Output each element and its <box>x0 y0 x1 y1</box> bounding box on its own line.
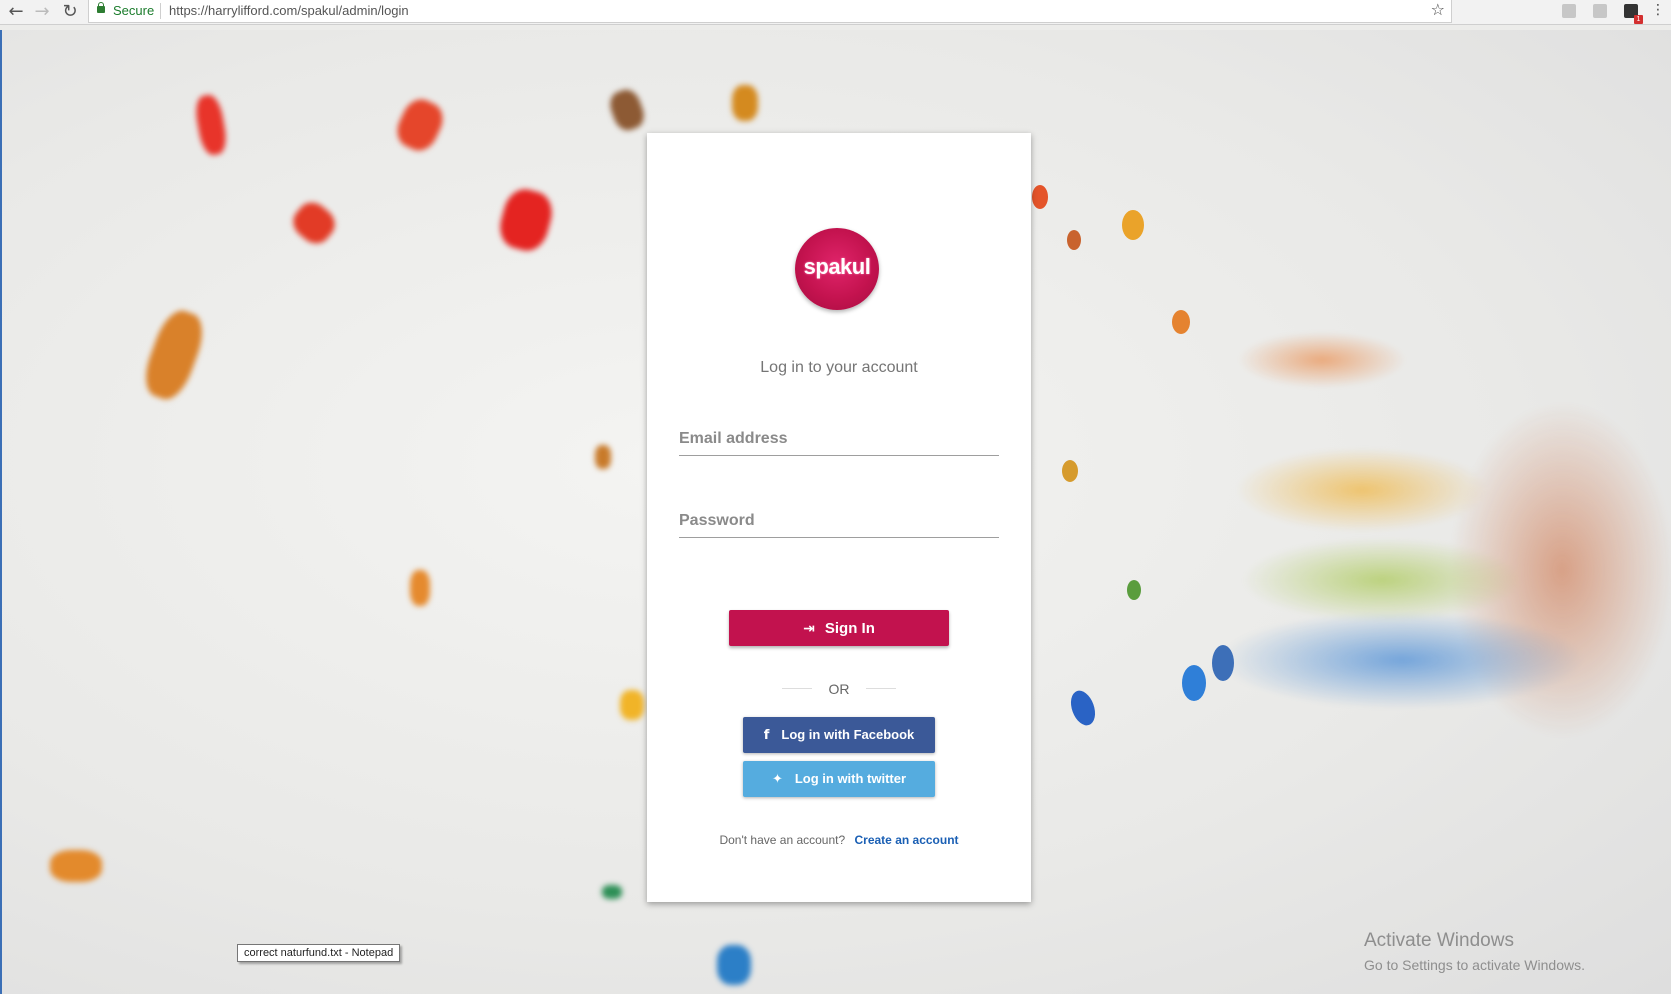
colorful-wave-decoration <box>1002 190 1671 890</box>
mail-extension-icon[interactable] <box>1593 4 1607 18</box>
address-bar[interactable]: Secure https://harrylifford.com/spakul/a… <box>88 0 1452 23</box>
sign-in-button[interactable]: ⇥ Sign In <box>729 610 949 646</box>
decor-dot <box>1122 210 1144 240</box>
login-subtitle: Log in to your account <box>760 359 918 376</box>
facebook-login-label: Log in with Facebook <box>781 727 915 742</box>
extension-badge: 1 <box>1634 15 1643 24</box>
forward-icon[interactable]: → <box>32 2 52 22</box>
decor-dot <box>1182 665 1206 701</box>
secure-label: Secure <box>113 3 155 18</box>
decor-blob <box>410 570 430 606</box>
facebook-login-button[interactable]: f Log in with Facebook <box>743 717 935 753</box>
taskbar-tooltip: correct naturfund.txt - Notepad <box>237 944 401 962</box>
decor-blob <box>287 196 341 250</box>
create-account-link[interactable]: Create an account <box>855 833 959 847</box>
signup-row: Don't have an account? Create an account <box>647 833 1031 847</box>
url-separator <box>160 3 161 19</box>
sign-in-icon: ⇥ <box>803 620 815 637</box>
twitter-login-button[interactable]: ✦ Log in with twitter <box>743 761 935 797</box>
decor-blob <box>717 945 751 985</box>
reload-icon[interactable]: ↻ <box>60 2 80 22</box>
decor-blob <box>732 85 758 121</box>
login-card: spakul Log in to your account ⇥ Sign In O… <box>647 133 1031 902</box>
decor-dot <box>1212 645 1234 681</box>
decor-blob <box>595 445 611 469</box>
email-field[interactable] <box>679 423 999 456</box>
decor-blob <box>192 93 230 157</box>
twitter-login-label: Log in with twitter <box>794 771 907 786</box>
decor-blob <box>606 86 648 134</box>
spakul-logo: spakul <box>795 228 879 310</box>
decor-dot <box>1032 185 1048 209</box>
twitter-icon: ✦ <box>771 772 783 787</box>
decor-blob <box>50 850 102 882</box>
back-icon[interactable]: ← <box>6 2 26 22</box>
activate-windows-subtitle: Go to Settings to activate Windows. <box>1364 957 1585 973</box>
decor-blob <box>620 690 644 720</box>
lock-icon <box>97 2 105 13</box>
or-label: OR <box>828 681 850 697</box>
decor-blob <box>602 885 622 899</box>
or-divider-right <box>866 688 896 689</box>
facebook-icon: f <box>763 728 770 743</box>
extension-icon[interactable] <box>1562 4 1576 18</box>
decor-blob <box>495 184 557 256</box>
decor-dot <box>1062 460 1078 482</box>
password-field[interactable] <box>679 505 999 538</box>
decor-blob <box>391 93 449 157</box>
decor-blob <box>137 305 211 405</box>
decor-dot <box>1127 580 1141 600</box>
browser-menu-icon[interactable]: ⋮ <box>1651 2 1665 18</box>
bookmark-star-icon[interactable]: ☆ <box>1431 0 1445 19</box>
activate-windows-title: Activate Windows <box>1364 930 1514 951</box>
browser-toolbar: ← → ↻ Secure https://harrylifford.com/sp… <box>0 0 1671 25</box>
decor-dot <box>1067 230 1081 250</box>
signup-prompt: Don't have an account? <box>719 833 846 847</box>
user-extension-icon[interactable]: 1 <box>1624 4 1643 24</box>
decor-dot <box>1172 310 1190 334</box>
logo-text: spakul <box>803 254 871 279</box>
url-text[interactable]: https://harrylifford.com/spakul/admin/lo… <box>169 3 409 18</box>
sign-in-label: Sign In <box>824 619 875 637</box>
